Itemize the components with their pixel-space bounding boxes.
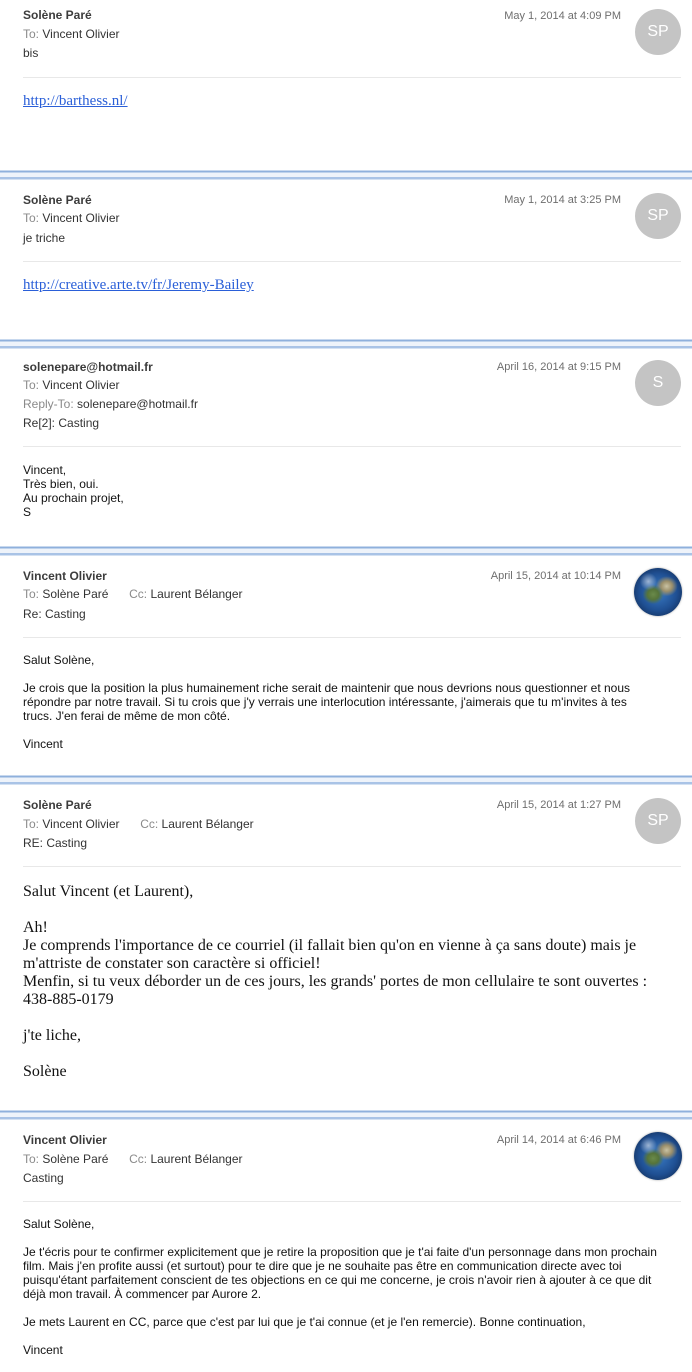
header-divider <box>23 866 681 867</box>
avatar: SP <box>635 9 681 55</box>
message-date: April 14, 2014 at 6:46 PM <box>496 1134 621 1146</box>
cc-label: Cc: <box>140 817 159 831</box>
globe-icon <box>634 568 682 616</box>
sender-name: Vincent Olivier <box>23 569 107 583</box>
body-line: Vincent <box>23 1343 63 1357</box>
header-divider <box>23 637 681 638</box>
to-label: To: <box>23 1152 40 1166</box>
avatar: SP <box>635 193 681 239</box>
body-line: j'te liche, <box>23 1027 81 1044</box>
body-line: Salut Solène, <box>23 1217 95 1231</box>
sender-name: Solène Paré <box>23 193 92 207</box>
message-separator <box>0 774 692 788</box>
message-subject: je triche <box>23 231 66 245</box>
body-line: Menfin, si tu veux déborder un de ces jo… <box>23 973 648 990</box>
header-divider <box>23 446 681 447</box>
avatar: S <box>635 360 681 406</box>
reply-to-label: Reply-To: <box>23 397 74 411</box>
cc-label: Cc: <box>129 1152 148 1166</box>
reply-to-address[interactable]: solenepare@hotmail.fr <box>77 397 198 411</box>
to-line: To: Vincent Olivier <box>23 211 120 225</box>
to-recipient[interactable]: Vincent Olivier <box>42 211 119 225</box>
sender-name: solenepare@hotmail.fr <box>23 360 153 374</box>
to-recipient[interactable]: Solène Paré <box>42 587 108 601</box>
body-line: Je t'écris pour te confirmer expliciteme… <box>23 1245 657 1301</box>
sender-name: Solène Paré <box>23 798 92 812</box>
to-line: To: Solène Paré Cc: Laurent Bélanger <box>23 587 243 601</box>
message-5: Vincent Olivier April 14, 2014 at 6:46 P… <box>0 1123 692 1372</box>
message-separator <box>0 169 692 183</box>
to-line: To: Vincent Olivier <box>23 27 120 41</box>
to-recipient[interactable]: Solène Paré <box>42 1152 108 1166</box>
message-subject: RE: Casting <box>23 836 88 850</box>
avatar: SP <box>635 798 681 844</box>
to-label: To: <box>23 587 40 601</box>
message-3: Vincent Olivier April 15, 2014 at 10:14 … <box>0 559 692 775</box>
body-line: Ah! <box>23 919 48 936</box>
cc-recipient[interactable]: Laurent Bélanger <box>162 817 254 831</box>
message-4: Solène Paré April 15, 2014 at 1:27 PM To… <box>0 788 692 1110</box>
message-date: May 1, 2014 at 3:25 PM <box>504 194 621 206</box>
body-line: Je mets Laurent en CC, parce que c'est p… <box>23 1315 586 1329</box>
to-label: To: <box>23 211 40 225</box>
sender-name: Solène Paré <box>23 8 92 22</box>
message-1: Solène Paré May 1, 2014 at 3:25 PM To: V… <box>0 183 692 338</box>
header-divider <box>23 77 681 78</box>
to-label: To: <box>23 27 40 41</box>
message-separator <box>0 1109 692 1123</box>
to-recipient[interactable]: Vincent Olivier <box>42 378 119 392</box>
body-line: Je comprends l'importance de ce courriel… <box>23 937 637 972</box>
body-link[interactable]: http://barthess.nl/ <box>23 93 128 110</box>
to-recipient[interactable]: Vincent Olivier <box>42 817 119 831</box>
globe-icon <box>634 1132 682 1180</box>
message-date: April 15, 2014 at 1:27 PM <box>496 799 621 811</box>
to-line: To: Vincent Olivier <box>23 378 120 392</box>
to-label: To: <box>23 817 40 831</box>
message-2: solenepare@hotmail.fr April 16, 2014 at … <box>0 352 692 546</box>
reply-to-line: Reply-To: solenepare@hotmail.fr <box>23 397 198 411</box>
to-line: To: Solène Paré Cc: Laurent Bélanger <box>23 1152 243 1166</box>
body-line: Au prochain projet, <box>23 491 124 505</box>
message-date: April 15, 2014 at 10:14 PM <box>490 570 621 582</box>
to-label: To: <box>23 378 40 392</box>
body-line: 438-885-0179 <box>23 991 114 1008</box>
message-0: Solène Paré May 1, 2014 at 4:09 PM To: V… <box>0 0 692 170</box>
cc-label: Cc: <box>129 587 148 601</box>
body-line: Salut Solène, <box>23 653 95 667</box>
message-subject: Re[2]: Casting <box>23 416 100 430</box>
body-line: S <box>23 505 32 519</box>
header-divider <box>23 1201 681 1202</box>
message-subject: Re: Casting <box>23 607 86 621</box>
message-separator <box>0 545 692 559</box>
to-recipient[interactable]: Vincent Olivier <box>42 27 119 41</box>
message-body: Salut Vincent (et Laurent), Ah! Je compr… <box>23 883 663 1081</box>
message-date: May 1, 2014 at 4:09 PM <box>504 10 621 22</box>
body-line: Vincent, <box>23 463 67 477</box>
body-line: Très bien, oui. <box>23 477 99 491</box>
body-line: Vincent <box>23 737 63 751</box>
body-line: Salut Vincent (et Laurent), <box>23 883 194 900</box>
message-date: April 16, 2014 at 9:15 PM <box>496 361 621 373</box>
message-body: Salut Solène, Je crois que la position l… <box>23 653 643 751</box>
body-line: Solène <box>23 1063 67 1080</box>
message-separator <box>0 338 692 352</box>
message-body: Salut Solène, Je t'écris pour te confirm… <box>23 1217 663 1357</box>
body-line: Je crois que la position la plus humaine… <box>23 681 631 723</box>
sender-name: Vincent Olivier <box>23 1133 107 1147</box>
message-body: Vincent, Très bien, oui. Au prochain pro… <box>23 463 124 519</box>
message-subject: bis <box>23 46 39 60</box>
header-divider <box>23 261 681 262</box>
to-line: To: Vincent Olivier Cc: Laurent Bélanger <box>23 817 254 831</box>
cc-recipient[interactable]: Laurent Bélanger <box>150 587 242 601</box>
cc-recipient[interactable]: Laurent Bélanger <box>150 1152 242 1166</box>
body-link[interactable]: http://creative.arte.tv/fr/Jeremy-Bailey <box>23 277 254 294</box>
message-subject: Casting <box>23 1171 64 1185</box>
